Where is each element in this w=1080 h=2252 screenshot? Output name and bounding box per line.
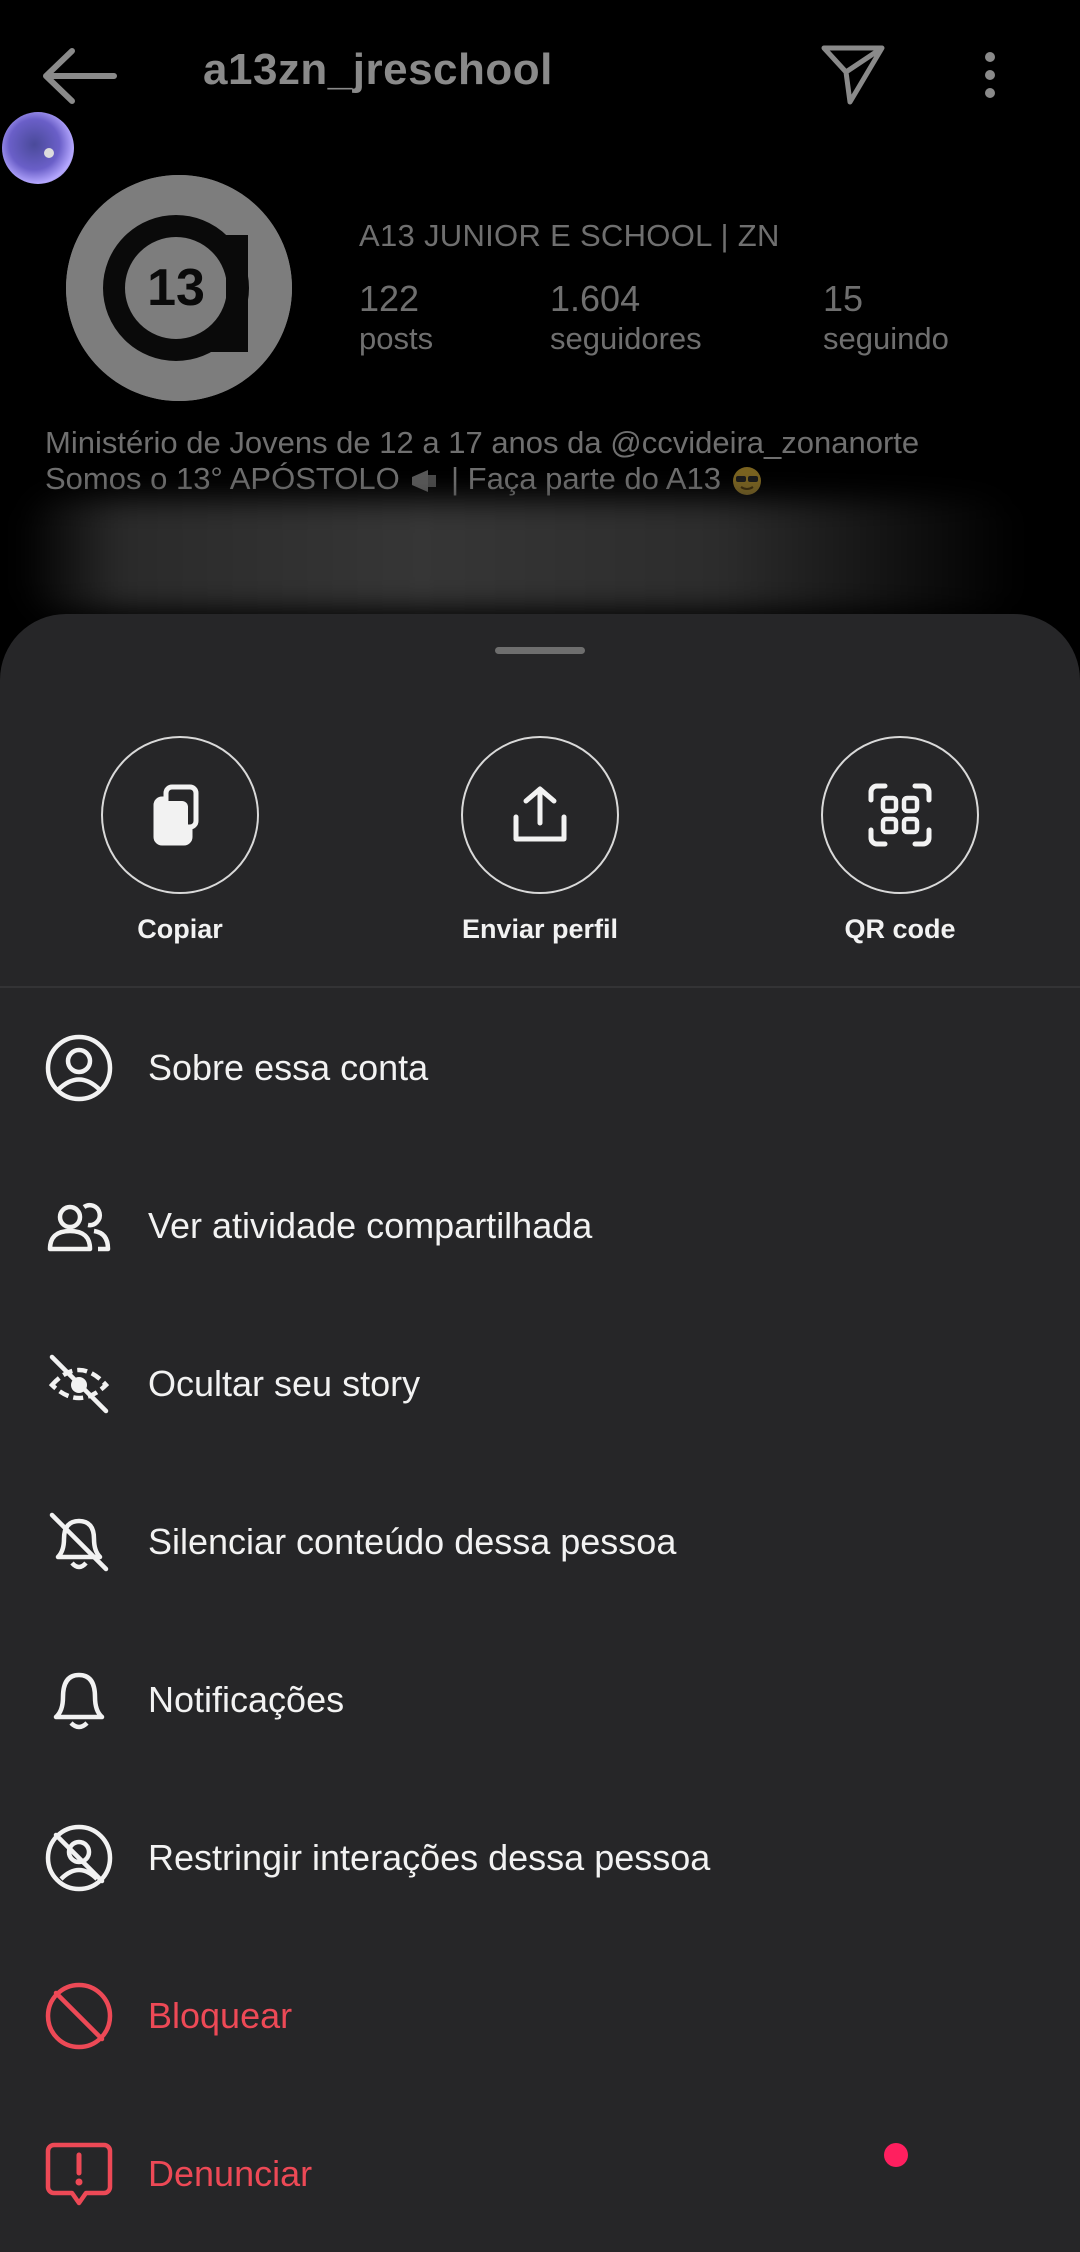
followers-stat[interactable]: 1.604 seguidores: [550, 278, 702, 358]
direct-message-icon[interactable]: [818, 40, 888, 110]
mute-bell-icon: [49, 1512, 109, 1572]
people-icon: [47, 1202, 111, 1252]
share-profile-button[interactable]: Enviar perfil: [460, 736, 620, 945]
bio-line-2: Somos o 13° APÓSTOLO | Faça parte do A13: [45, 461, 919, 497]
posts-count: 122: [359, 278, 420, 319]
menu-report[interactable]: Denunciar: [0, 2095, 1080, 2252]
avatar-logo-text: 13: [147, 259, 205, 317]
recording-indicator-dot: [884, 2143, 908, 2167]
menu-block[interactable]: Bloquear: [0, 1937, 1080, 2095]
back-arrow-icon[interactable]: [40, 45, 120, 107]
menu-restrict[interactable]: Restringir interações dessa pessoa: [0, 1779, 1080, 1937]
bottom-sheet: Copiar Enviar perfil QR code Sobre essa …: [0, 614, 1080, 2252]
hide-story-icon: [48, 1354, 110, 1414]
bio-line-2-text-b: | Faça parte do A13: [450, 461, 730, 496]
more-options-icon[interactable]: [966, 48, 1014, 102]
posts-label: posts: [359, 321, 434, 356]
following-label: seguindo: [823, 321, 949, 356]
menu-notifications-label: Notificações: [148, 1679, 345, 1720]
menu-shared-activity-label: Ver atividade compartilhada: [148, 1205, 593, 1246]
sunglasses-emoji-icon: [732, 466, 761, 495]
menu-block-label: Bloquear: [148, 1995, 293, 2036]
bio-line-2-text: Somos o 13° APÓSTOLO: [45, 461, 400, 496]
megaphone-emoji-icon: [412, 469, 437, 492]
qr-code-button[interactable]: QR code: [820, 736, 980, 945]
following-count: 15: [823, 278, 864, 319]
copy-icon: [153, 784, 199, 846]
bio-line-1: Ministério de Jovens de 12 a 17 anos da …: [45, 425, 920, 460]
profile-background: a13zn_jreschool 13 A13 JUNIOR E SCHOOL |…: [0, 0, 1080, 640]
share-icon: [513, 786, 567, 842]
account-circle-icon: [45, 1034, 113, 1102]
top-bar: a13zn_jreschool: [0, 0, 1080, 150]
divider: [0, 986, 1080, 988]
report-icon: [45, 2142, 113, 2206]
menu-shared-activity[interactable]: Ver atividade compartilhada: [0, 1147, 1080, 1305]
qr-code-icon: [868, 783, 932, 847]
copy-button[interactable]: Copiar: [100, 736, 260, 945]
share-profile-label: Enviar perfil: [461, 914, 619, 944]
drag-handle[interactable]: [495, 647, 585, 654]
followers-count: 1.604: [550, 278, 641, 319]
qr-code-label: QR code: [844, 914, 956, 944]
restrict-icon: [45, 1824, 113, 1892]
menu-hide-story-label: Ocultar seu story: [148, 1363, 421, 1404]
block-icon: [45, 1982, 113, 2050]
avatar[interactable]: 13: [66, 175, 292, 401]
profile-bio: Ministério de Jovens de 12 a 17 anos da …: [45, 425, 919, 497]
floating-assistant-bubble[interactable]: [2, 112, 74, 184]
menu-hide-story[interactable]: Ocultar seu story: [0, 1305, 1080, 1463]
menu-mute-content[interactable]: Silenciar conteúdo dessa pessoa: [0, 1463, 1080, 1621]
menu-restrict-label: Restringir interações dessa pessoa: [148, 1837, 711, 1878]
copy-label: Copiar: [137, 914, 223, 944]
profile-display-name: A13 JUNIOR E SCHOOL | ZN: [359, 218, 780, 253]
menu-mute-content-label: Silenciar conteúdo dessa pessoa: [148, 1521, 677, 1562]
posts-stat[interactable]: 122 posts: [359, 278, 433, 358]
bell-icon: [53, 1672, 105, 1730]
menu-notifications[interactable]: Notificações: [0, 1621, 1080, 1779]
menu-about-account[interactable]: Sobre essa conta: [0, 989, 1080, 1147]
blurred-bio-link: [20, 500, 1020, 610]
profile-username: a13zn_jreschool: [203, 45, 553, 94]
menu-report-label: Denunciar: [148, 2153, 313, 2194]
following-stat[interactable]: 15 seguindo: [823, 278, 949, 358]
followers-label: seguidores: [550, 321, 702, 356]
menu-about-account-label: Sobre essa conta: [148, 1047, 429, 1088]
